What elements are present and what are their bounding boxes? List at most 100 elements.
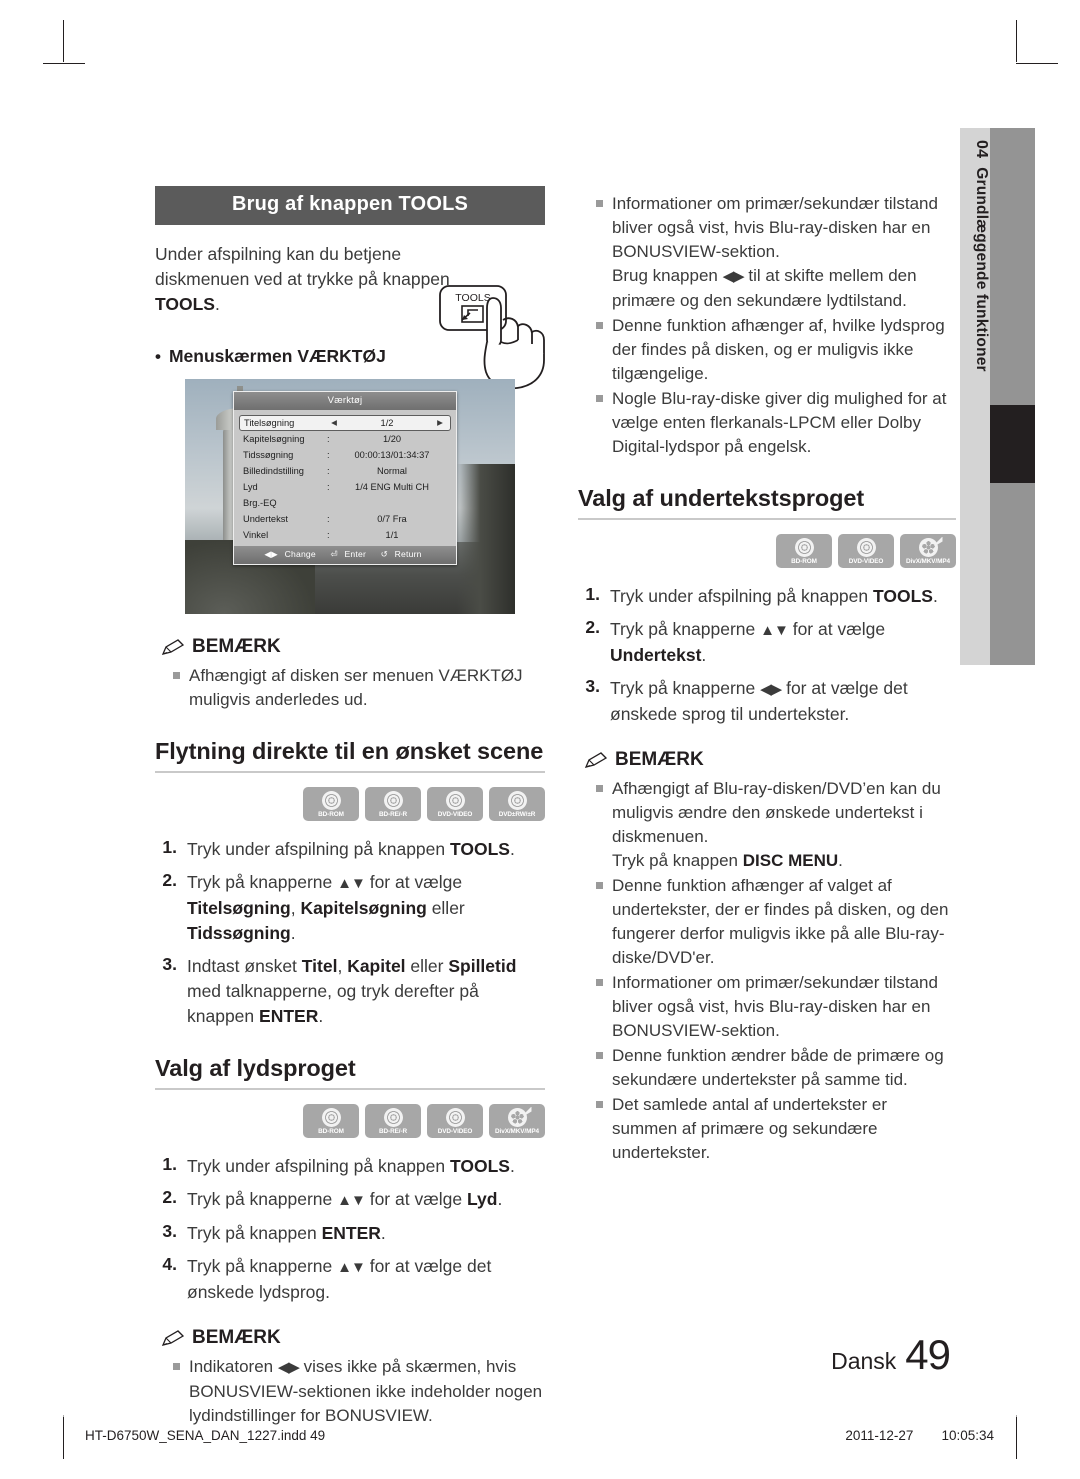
osd-left-arrow-icon[interactable]: ◀ bbox=[328, 417, 340, 429]
right-column: Informationer om primær/sekundær tilstan… bbox=[578, 186, 956, 1166]
osd-row-label: Vinkel bbox=[243, 530, 269, 540]
note-item: Informationer om primær/sekundær tilstan… bbox=[578, 971, 956, 1043]
step-text: Tryk på knappen ENTER. bbox=[187, 1223, 386, 1243]
step-text: Tryk på knapperne ▲▼ for at vælge Titels… bbox=[187, 872, 465, 943]
disc-glyph-icon bbox=[445, 1107, 465, 1127]
note-block-subtitle: BEMÆRK Afhængigt af Blu-ray-disken/DVD’e… bbox=[578, 749, 956, 1165]
step-text: Tryk på knapperne ◀▶ for at vælge det øn… bbox=[610, 678, 908, 724]
step-number: 1. bbox=[162, 1154, 177, 1174]
note-title: BEMÆRK bbox=[192, 1327, 281, 1348]
osd-footer-change: ◀▶ Change bbox=[264, 549, 316, 559]
tv-screenshot: Værktøj Titelsøgning ◀ 1/2 ▶ Kapitelsøgning:… bbox=[185, 379, 515, 614]
step-text: Tryk under afspilning på knappen TOOLS. bbox=[610, 586, 938, 606]
osd-row[interactable]: Vinkel: 1/1 bbox=[239, 527, 451, 543]
note-item: Afhængigt af Blu-ray-disken/DVD’en kan d… bbox=[578, 777, 956, 873]
chapter-tab-marker bbox=[990, 405, 1035, 483]
note-item-text: Denne funktion afhænger af, hvilke lydsp… bbox=[612, 316, 945, 383]
step-item: 3. Indtast ønsket Titel, Kapitel eller Sp… bbox=[155, 954, 545, 1029]
disc-icon-bd-re-r: BD-RE/-R bbox=[365, 787, 421, 821]
step-item: 1. Tryk under afspilning på knappen TOOLS… bbox=[155, 837, 545, 862]
note-items-right-top: Informationer om primær/sekundær tilstan… bbox=[578, 192, 956, 459]
note-item: Afhængigt af disken ser menuen VÆRKTØJ m… bbox=[155, 664, 545, 712]
note-bullet-icon bbox=[173, 672, 180, 679]
osd-row-separator: : bbox=[327, 434, 330, 444]
disc-icon-label: DVD±RW/±R bbox=[498, 810, 536, 818]
disc-icons-scene: BD-ROM BD-RE/-R DVD-VIDEO DVD±RW/±R bbox=[155, 787, 545, 821]
step-text: Tryk under afspilning på knappen TOOLS. bbox=[187, 1156, 515, 1176]
note-bullet-icon bbox=[596, 979, 603, 986]
disc-icon-label: DivX/MKV/MP4 bbox=[906, 557, 950, 565]
tools-intro-text: Under afspilning kan du betjene diskmenu… bbox=[155, 242, 455, 317]
note-bullet-icon bbox=[596, 395, 603, 402]
footer-time: 10:05:34 bbox=[941, 1428, 994, 1443]
disc-icon-dvd-video: DVD-VIDEO bbox=[427, 787, 483, 821]
note-item-text: Denne funktion ændrer både de primære og… bbox=[612, 1046, 944, 1089]
section-banner-tools: Brug af knappen TOOLS bbox=[155, 186, 545, 225]
crop-mark-top-left bbox=[63, 20, 64, 62]
step-number: 1. bbox=[162, 837, 177, 857]
disc-icon-dvd-video: DVD-VIDEO bbox=[838, 534, 894, 568]
step-number: 2. bbox=[162, 1187, 177, 1207]
osd-row-label: Brg.-EQ bbox=[243, 498, 277, 508]
osd-row-value: 00:00:13/01:34:37 bbox=[354, 450, 430, 460]
disc-glyph-icon bbox=[321, 790, 341, 810]
manual-page: 04 Grundlæggende funktioner Brug af knap… bbox=[0, 0, 1080, 1479]
osd-row[interactable]: Undertekst: 0/7 Fra bbox=[239, 511, 451, 527]
osd-row-separator: : bbox=[327, 514, 330, 524]
osd-row-value: Normal bbox=[377, 466, 407, 476]
pencil-icon bbox=[161, 1329, 185, 1346]
osd-right-arrow-icon[interactable]: ▶ bbox=[434, 417, 446, 429]
steps-audio: 1. Tryk under afspilning på knappen TOOLS… bbox=[155, 1154, 545, 1305]
pencil-icon bbox=[161, 638, 185, 655]
disc-icon-divx-mkv-mp4: DivX/MKV/MP4 bbox=[900, 534, 956, 568]
steps-subtitle: 1. Tryk under afspilning på knappen TOOLS… bbox=[578, 584, 956, 727]
disc-icon-bd-rom: BD-ROM bbox=[303, 787, 359, 821]
disc-icon-label: BD-ROM bbox=[318, 810, 344, 818]
osd-row-label: Tidssøgning bbox=[243, 450, 294, 460]
step-item: 2. Tryk på knapperne ▲▼ for at vælge Unde… bbox=[578, 617, 956, 668]
svg-text:TOOLS: TOOLS bbox=[455, 292, 490, 304]
osd-footer: ◀▶ Change ⏎ Enter ↺ Return bbox=[234, 546, 456, 564]
chapter-title: Grundlæggende funktioner bbox=[973, 167, 990, 372]
osd-row[interactable]: Billedindstilling: Normal bbox=[239, 463, 451, 479]
note-bullet-icon bbox=[596, 1101, 603, 1108]
disc-icon-dvd-rw-r: DVD±RW/±R bbox=[489, 787, 545, 821]
tools-intro-block: Under afspilning kan du betjene diskmenu… bbox=[155, 242, 545, 390]
step-item: 1. Tryk under afspilning på knappen TOOLS… bbox=[578, 584, 956, 609]
osd-row-separator: : bbox=[327, 530, 330, 540]
tools-intro-bold: TOOLS bbox=[155, 294, 215, 314]
page-language: Dansk bbox=[831, 1348, 897, 1374]
chapter-number: 04 bbox=[973, 140, 990, 159]
disc-icon-label: DVD-VIDEO bbox=[437, 1127, 473, 1135]
note-heading: BEMÆRK bbox=[161, 636, 545, 658]
step-number: 3. bbox=[585, 676, 600, 696]
tools-intro-c: . bbox=[214, 294, 220, 314]
osd-row[interactable]: Kapitelsøgning: 1/20 bbox=[239, 431, 451, 447]
step-number: 2. bbox=[162, 870, 177, 890]
step-item: 2. Tryk på knapperne ▲▼ for at vælge Lyd. bbox=[155, 1187, 545, 1213]
osd-row-separator: : bbox=[327, 450, 330, 460]
crop-mark-bottom-left bbox=[63, 1417, 64, 1459]
osd-footer-return: ↺ Return bbox=[380, 549, 422, 559]
crop-mark-top-left-h bbox=[43, 63, 85, 64]
note-heading: BEMÆRK bbox=[161, 1327, 545, 1349]
note-title: BEMÆRK bbox=[192, 636, 281, 657]
bullet-dot-icon: • bbox=[155, 347, 161, 366]
note-item: Denne funktion afhænger af valget af und… bbox=[578, 874, 956, 970]
step-text: Tryk på knapperne ▲▼ for at vælge Undert… bbox=[610, 619, 886, 665]
disc-icon-label: BD-ROM bbox=[791, 557, 817, 565]
step-text: Tryk på knapperne ▲▼ for at vælge det øn… bbox=[187, 1256, 492, 1302]
osd-row[interactable]: Lyd: 1/4 ENG Multi CH bbox=[239, 479, 451, 495]
osd-row-value: 1/4 ENG Multi CH bbox=[355, 482, 429, 492]
step-number: 2. bbox=[585, 617, 600, 637]
osd-row[interactable]: Tidssøgning: 00:00:13/01:34:37 bbox=[239, 447, 451, 463]
note-item-text: Afhængigt af disken ser menuen VÆRKTØJ m… bbox=[189, 666, 523, 709]
film-reel-icon bbox=[507, 1107, 527, 1127]
menu-screen-bullet-label: Menuskærmen VÆRKTØJ bbox=[168, 346, 386, 366]
step-number: 3. bbox=[162, 1221, 177, 1241]
osd-row[interactable]: Titelsøgning ◀ 1/2 ▶ bbox=[239, 415, 451, 431]
note-item-text: Informationer om primær/sekundær tilstan… bbox=[612, 973, 938, 1040]
osd-row[interactable]: Brg.-EQ bbox=[239, 495, 451, 511]
step-text: Tryk på knapperne ▲▼ for at vælge Lyd. bbox=[187, 1189, 503, 1209]
disc-glyph-icon bbox=[794, 537, 814, 557]
